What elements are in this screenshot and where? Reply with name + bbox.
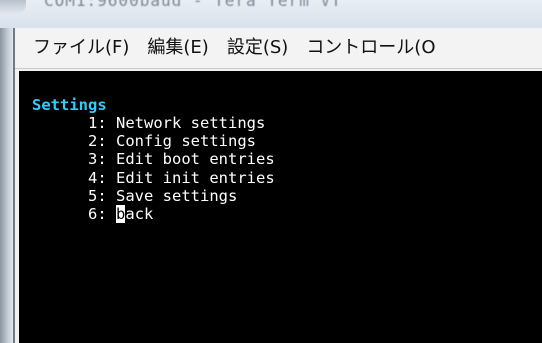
- menu-bar: ファイル(F) 編集(E) 設定(S) コントロール(O: [15, 28, 542, 69]
- option-number: 4:: [88, 168, 107, 187]
- window-titlebar[interactable]: COM1:9600baud - Tera Term VT: [0, 0, 542, 28]
- option-number: 2:: [88, 132, 107, 151]
- menu-file[interactable]: ファイル(F): [15, 28, 138, 68]
- settings-menu-list: 1: Network settings 2: Config settings 3…: [32, 114, 275, 223]
- option-label: Edit init entries: [116, 168, 275, 187]
- menu-option-config: 2: Config settings: [32, 132, 275, 150]
- option-label: Edit boot entries: [116, 150, 275, 169]
- menu-option-edit-init: 4: Edit init entries: [32, 169, 275, 187]
- menu-control-label: コントロール(O: [306, 37, 436, 58]
- window-title: COM1:9600baud - Tera Term VT: [44, 0, 342, 10]
- option-label-rest: ack: [125, 204, 154, 223]
- window-frame-edge: [0, 28, 13, 343]
- option-number: 1:: [88, 114, 107, 132]
- menu-option-network: 1: Network settings: [32, 114, 275, 132]
- menu-option-edit-boot: 3: Edit boot entries: [32, 150, 275, 168]
- menu-edit-label: 編集(E): [147, 37, 209, 58]
- window-icon: [0, 0, 26, 14]
- option-label: Network settings: [116, 114, 266, 132]
- menu-file-label: ファイル(F): [33, 37, 130, 58]
- menu-edit[interactable]: 編集(E): [138, 28, 217, 68]
- option-label: Save settings: [116, 186, 238, 205]
- option-label: Config settings: [116, 132, 256, 151]
- option-number: 6:: [88, 204, 107, 223]
- terminal-screen[interactable]: Settings 1: Network settings 2: Config s…: [19, 71, 542, 343]
- screenshot-frame: COM1:9600baud - Tera Term VT ファイル(F) 編集(…: [0, 0, 542, 343]
- terminal-window: ファイル(F) 編集(E) 設定(S) コントロール(O Settings 1:…: [13, 28, 542, 343]
- terminal-cursor: b: [116, 204, 126, 223]
- menu-option-back: 6: back: [32, 204, 275, 223]
- option-number: 5:: [88, 186, 107, 205]
- option-number: 3:: [88, 150, 107, 169]
- settings-heading: Settings: [32, 96, 107, 114]
- menu-setup-label: 設定(S): [226, 37, 289, 58]
- menu-option-save: 5: Save settings: [32, 187, 275, 205]
- menu-setup[interactable]: 設定(S): [218, 28, 297, 68]
- menu-control[interactable]: コントロール(O: [297, 28, 444, 68]
